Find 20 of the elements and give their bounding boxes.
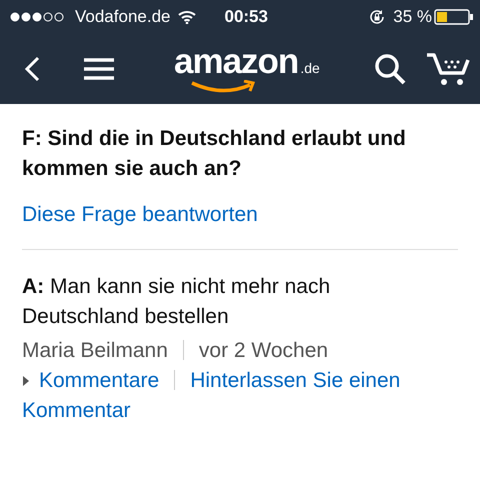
search-icon[interactable] [374, 53, 406, 85]
cart-icon[interactable] [426, 52, 470, 86]
menu-icon[interactable] [84, 57, 114, 81]
answer-text: A: Man kann sie nicht mehr nach Deutschland bestellen [22, 274, 332, 330]
logo-wordmark[interactable]: amazon [174, 44, 298, 80]
question-text: F: Sind die in Deutschland erlaubt und kommen sie auch an? [22, 126, 407, 182]
answer-date: vor 2 Wochen [198, 339, 328, 362]
author-name: Maria Beilmann [22, 339, 168, 362]
smile-arrow-icon [190, 80, 258, 94]
comment-links[interactable]: Kommentare Hinterlassen Sie einen Kommentar [22, 366, 458, 426]
carrier-name: Vodafone.de [75, 7, 170, 27]
battery-icon [434, 9, 474, 25]
expand-triangle-icon[interactable] [22, 376, 30, 386]
rotation-lock-icon [369, 9, 386, 25]
answer-question-link[interactable]: Diese Frage beantworten [22, 203, 258, 226]
battery-percent: 35 % [393, 7, 432, 27]
logo-domain[interactable]: .de [300, 60, 320, 76]
back-icon[interactable] [24, 56, 40, 82]
clock-time: 00:53 [224, 7, 268, 27]
wifi-icon [178, 10, 196, 24]
